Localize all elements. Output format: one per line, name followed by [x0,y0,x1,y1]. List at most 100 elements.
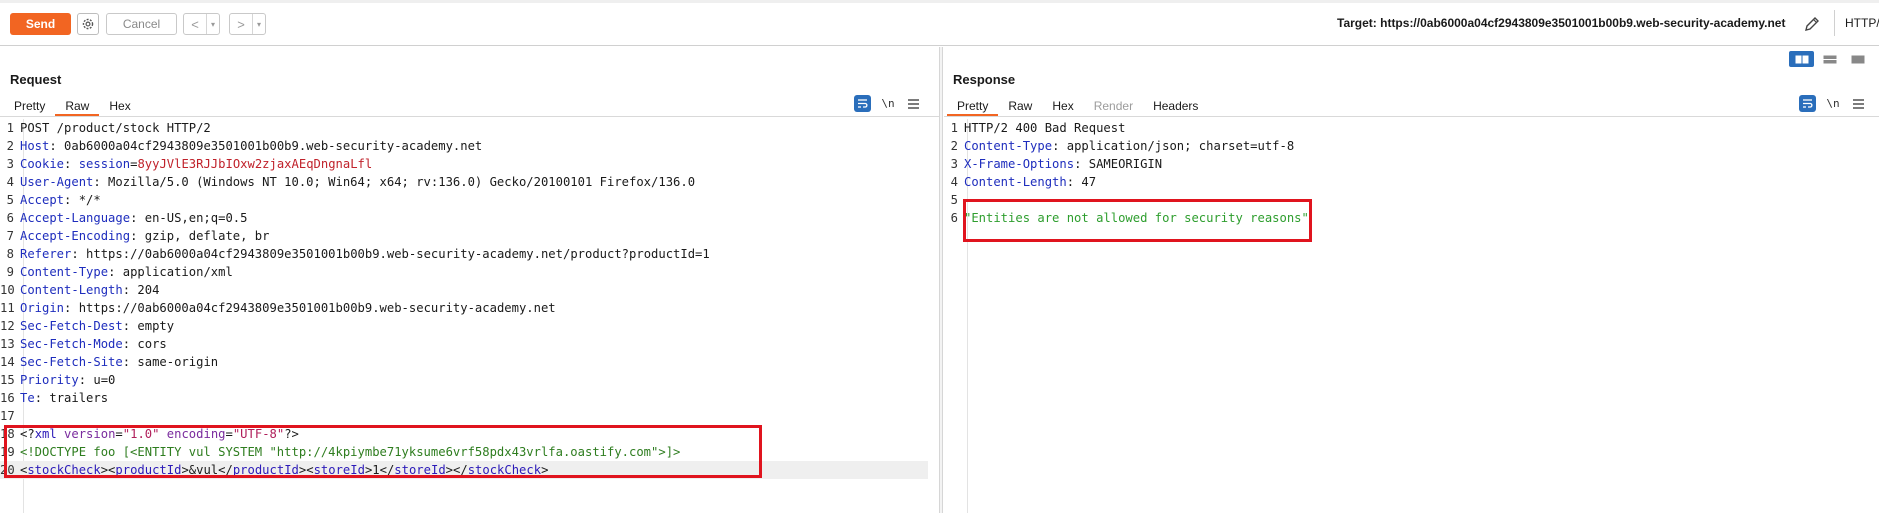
target-label: Target: https://0ab6000a04cf2943809e3501… [1337,16,1786,30]
code-token: 8yyJVlE3RJJbIOxw2zjaxAEqDngnaLfl [137,157,373,171]
toolbar-divider [1834,10,1835,36]
line-number: 12 [0,319,15,333]
protocol-label[interactable]: HTTP/2 [1845,16,1879,30]
menu-icon[interactable] [905,96,921,112]
code-token: User-Agent [20,175,94,189]
response-line[interactable]: 2 Content-Type: application/json; charset… [944,137,1864,155]
line-number: 5 [950,193,958,207]
request-line[interactable]: 12 Sec-Fetch-Dest: empty [0,317,928,335]
code-token: : cors [122,337,167,351]
line-number: 3 [6,157,14,171]
cancel-button[interactable]: Cancel [106,13,177,35]
response-line[interactable]: 4 Content-Length: 47 [944,173,1864,191]
request-line[interactable]: 9 Content-Type: application/xml [0,263,928,281]
request-line[interactable]: 3 Cookie: session=8yyJVlE3RJJbIOxw2zjaxAE… [0,155,928,173]
forward-button-group[interactable]: > ▾ [229,13,266,35]
response-line[interactable]: 3 X-Frame-Options: SAMEORIGIN [944,155,1864,173]
request-highlight-box [4,425,762,478]
code-token: : en-US,en;q=0.5 [130,211,248,225]
request-line[interactable]: 14 Sec-Fetch-Site: same-origin [0,353,928,371]
line-number: 5 [6,193,14,207]
response-tab-hex[interactable]: Hex [1042,96,1083,116]
line-number: 3 [950,157,958,171]
line-number: 14 [0,355,15,369]
line-number: 6 [6,211,14,225]
response-tabs-divider [944,116,1879,117]
request-line[interactable]: 13 Sec-Fetch-Mode: cors [0,335,928,353]
line-number: 1 [950,121,958,135]
word-wrap-icon[interactable] [1799,95,1816,112]
line-number: 4 [6,175,14,189]
response-editor-tools: \n [1799,95,1866,112]
code-token: Sec-Fetch-Mode [20,337,123,351]
request-line[interactable]: 15 Priority: u=0 [0,371,928,389]
response-tab-raw[interactable]: Raw [998,96,1042,116]
code-token: Te [20,391,35,405]
request-line[interactable]: 5 Accept: */* [0,191,928,209]
newline-toggle-icon[interactable]: \n [1824,97,1842,110]
response-line[interactable]: 1 HTTP/2 400 Bad Request [944,119,1864,137]
request-line[interactable]: 10 Content-Length: 204 [0,281,928,299]
line-number: 15 [0,373,15,387]
request-tab-hex[interactable]: Hex [99,96,140,116]
send-button[interactable]: Send [10,13,71,35]
code-token: Referer [20,247,72,261]
line-number: 9 [6,265,14,279]
request-tab-pretty[interactable]: Pretty [4,96,55,116]
back-dropdown-icon[interactable]: ▾ [206,14,219,34]
code-token: : https://0ab6000a04cf2943809e3501001b00… [64,301,556,315]
code-token: Host [20,139,50,153]
code-token: Content-Type [964,139,1053,153]
back-arrow-icon[interactable]: < [184,17,206,32]
request-tab-raw[interactable]: Raw [55,96,100,116]
code-token: Accept-Language [20,211,131,225]
code-token: : u=0 [78,373,116,387]
code-token: : 204 [122,283,160,297]
line-number: 2 [950,139,958,153]
request-line[interactable]: 2 Host: 0ab6000a04cf2943809e3501001b00b9.… [0,137,928,155]
code-token: : empty [122,319,175,333]
code-token: : SAMEORIGIN [1074,157,1163,171]
response-highlight-box [963,199,1312,242]
request-pane: Request Pretty Raw Hex \n 1 POST /product… [0,47,940,513]
response-tabs: Pretty Raw Hex Render Headers [947,96,1208,116]
line-number: 4 [950,175,958,189]
request-line[interactable]: 4 User-Agent: Mozilla/5.0 (Windows NT 10.… [0,173,928,191]
back-button-group[interactable]: < ▾ [183,13,220,35]
line-number: 2 [6,139,14,153]
code-token: Accept-Encoding [20,229,131,243]
code-token: Priority [20,373,79,387]
newline-toggle-icon[interactable]: \n [879,97,897,110]
request-line[interactable]: 17 [0,407,928,425]
word-wrap-icon[interactable] [854,95,871,112]
code-token: : application/json; charset=utf-8 [1052,139,1295,153]
line-number: 7 [6,229,14,243]
code-token: session [78,157,131,171]
line-number: 11 [0,301,15,315]
request-line[interactable]: 1 POST /product/stock HTTP/2 [0,119,928,137]
line-number: 1 [6,121,14,135]
request-line[interactable]: 7 Accept-Encoding: gzip, deflate, br [0,227,928,245]
code-token: Origin [20,301,65,315]
request-line[interactable]: 11 Origin: https://0ab6000a04cf2943809e35… [0,299,928,317]
gear-icon[interactable] [77,13,99,35]
code-token: Sec-Fetch-Site [20,355,123,369]
code-token: : [64,157,79,171]
pencil-icon[interactable] [1801,13,1823,35]
code-token: : trailers [34,391,109,405]
code-token: Content-Length [20,283,123,297]
request-line[interactable]: 6 Accept-Language: en-US,en;q=0.5 [0,209,928,227]
code-token: Sec-Fetch-Dest [20,319,123,333]
code-token: : Mozilla/5.0 (Windows NT 10.0; Win64; x… [93,175,696,189]
code-token: Content-Type [20,265,109,279]
code-token: : */* [64,193,101,207]
code-token: Content-Length [964,175,1067,189]
response-tab-headers[interactable]: Headers [1143,96,1208,116]
request-line[interactable]: 16 Te: trailers [0,389,928,407]
pane-splitter[interactable] [939,47,943,513]
response-tab-pretty[interactable]: Pretty [947,96,999,116]
forward-dropdown-icon[interactable]: ▾ [252,14,265,34]
request-line[interactable]: 8 Referer: https://0ab6000a04cf2943809e35… [0,245,928,263]
menu-icon[interactable] [1850,96,1866,112]
forward-arrow-icon[interactable]: > [230,17,252,32]
